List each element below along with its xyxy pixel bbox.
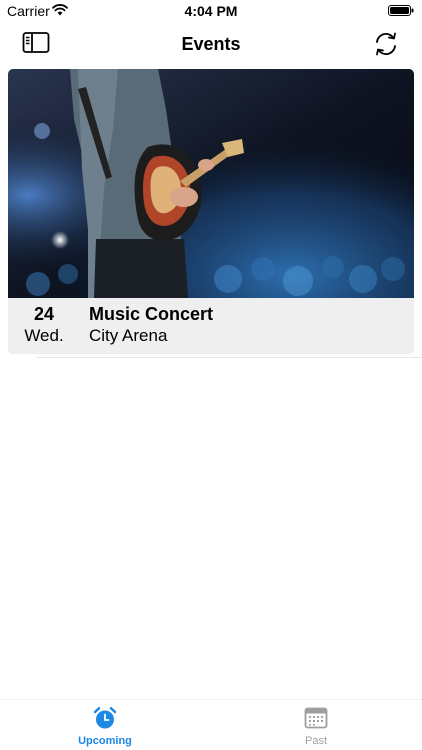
tab-bar: Upcoming Past [0, 699, 422, 750]
refresh-icon[interactable] [372, 30, 400, 58]
tab-upcoming-label: Upcoming [78, 735, 132, 747]
list-separator [36, 357, 422, 358]
event-title: Music Concert [89, 304, 214, 324]
calendar-icon [304, 707, 328, 729]
tab-past[interactable]: Past [261, 704, 371, 750]
tab-past-label: Past [304, 735, 327, 747]
event-card[interactable]: 24 Wed. Music Concert City Arena [8, 69, 414, 354]
status-bar: Carrier 4:04 PM [0, 0, 422, 22]
status-time: 4:04 PM [184, 3, 238, 19]
battery-icon [388, 5, 414, 16]
event-venue: City Arena [89, 326, 168, 345]
page-title: Events [181, 34, 241, 54]
event-weekday: Wed. [24, 326, 64, 345]
navigation-bar: Events [0, 22, 422, 66]
event-image [8, 69, 414, 298]
tab-upcoming[interactable]: Upcoming [50, 704, 160, 750]
event-day: 24 [33, 304, 55, 324]
alarm-clock-icon [93, 707, 117, 729]
events-screen: Carrier 4:04 PM Events 24 Wed. Music Con… [0, 0, 422, 750]
event-info: 24 Wed. Music Concert City Arena [8, 298, 414, 354]
